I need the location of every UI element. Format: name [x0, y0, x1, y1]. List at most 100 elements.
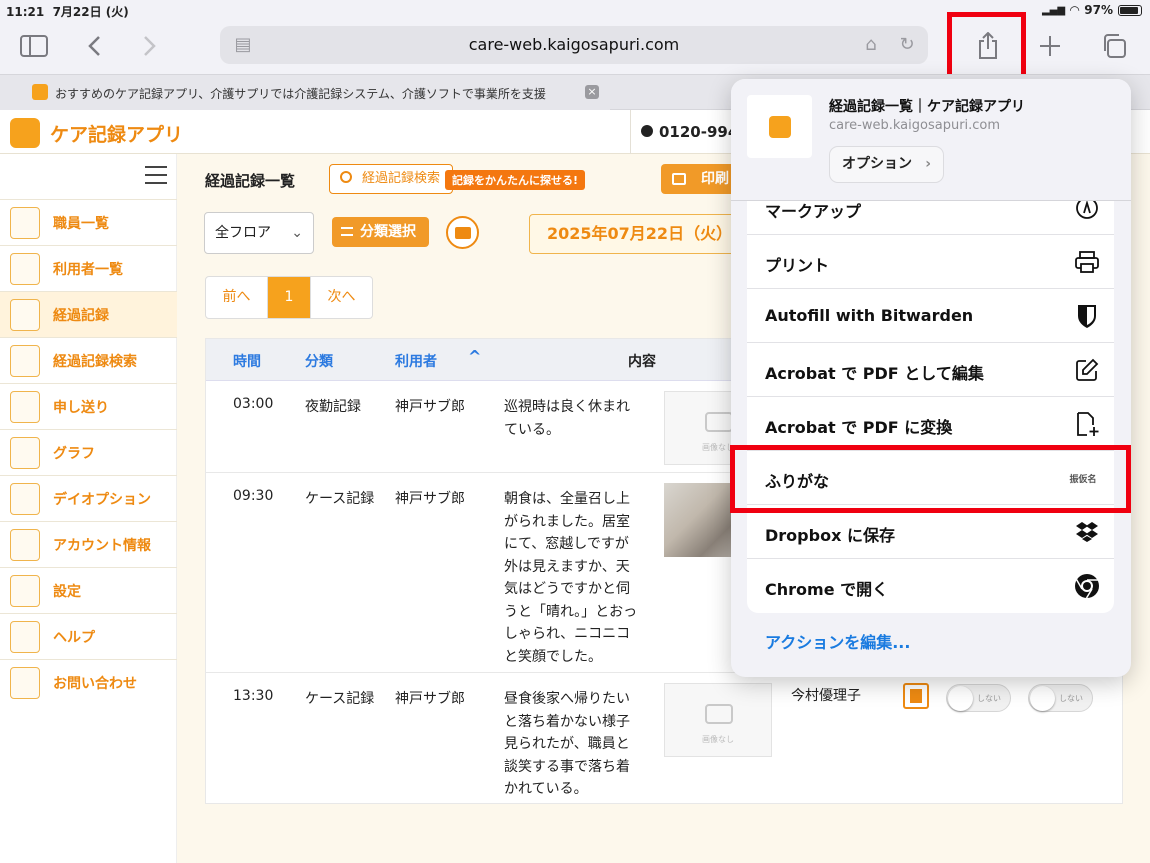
row-category: ケース記録: [305, 491, 375, 507]
contact-icon: [10, 666, 40, 699]
shield-icon: [1074, 303, 1100, 329]
print-button[interactable]: 印刷: [661, 164, 741, 194]
floor-select[interactable]: 全フロア ⌄: [204, 212, 314, 254]
row-time: 09:30: [233, 488, 274, 504]
help-icon: [10, 620, 40, 653]
address-bar[interactable]: ▤ care-web.kaigosapuri.com ⌂ ↻: [220, 26, 928, 64]
row-content: 朝食は、全量召し上がられました。居室にて、窓越しですが外は見えますか、天気はどう…: [504, 491, 638, 665]
new-tab-icon[interactable]: [1032, 28, 1068, 64]
current-page[interactable]: 1: [268, 277, 310, 318]
sidebar-nav: 職員一覧 利用者一覧 経過記録 経過記録検索 申し送り グラフ デイオプション …: [0, 199, 177, 705]
sidebar-item-label: 利用者一覧: [53, 261, 123, 278]
sidebar-item-label: 経過記録検索: [53, 353, 137, 370]
sidebar-item-label: 申し送り: [53, 399, 109, 416]
phone-icon: [641, 125, 653, 137]
van-icon: [10, 482, 40, 515]
tab-close-icon[interactable]: ×: [585, 85, 599, 99]
user-icon: [10, 252, 40, 285]
sidebar-item-staff[interactable]: 職員一覧: [0, 199, 177, 245]
tabs-overview-icon[interactable]: [1096, 28, 1132, 64]
printer-icon: [672, 173, 686, 185]
prev-page-button[interactable]: 前へ: [206, 277, 268, 318]
search-hint-badge: 記録をかんたんに探せる!: [445, 170, 586, 190]
row-content: 巡視時は良く休まれている。: [504, 399, 630, 438]
sidebar-item-record-search[interactable]: 経過記録検索: [0, 337, 177, 383]
share-page-url: care-web.kaigosapuri.com: [829, 118, 1001, 133]
sidebar-item-graph[interactable]: グラフ: [0, 429, 177, 475]
row-time: 03:00: [233, 396, 274, 412]
toggle-switch[interactable]: しない: [1028, 684, 1093, 712]
chrome-icon: [1074, 573, 1100, 599]
staff-icon: [10, 206, 40, 239]
sidebar-item-day-option[interactable]: デイオプション: [0, 475, 177, 521]
action-acrobat-convert[interactable]: Acrobat で PDF に変換: [747, 397, 1114, 451]
row-user: 神戸サブ郎: [395, 399, 465, 415]
back-icon[interactable]: [76, 28, 112, 64]
battery-percent: 97%: [1084, 3, 1113, 17]
logo-text[interactable]: ケア記録アプリ: [50, 120, 183, 147]
status-right: ▂▄▆ ◠ 97%: [1042, 3, 1142, 17]
action-print[interactable]: プリント: [747, 235, 1114, 289]
sidebar-item-label: 経過記録: [53, 307, 109, 324]
row-user: 神戸サブ郎: [395, 691, 465, 707]
column-time[interactable]: 時間: [233, 351, 261, 371]
logo-icon: [10, 118, 40, 148]
column-category[interactable]: 分類: [305, 351, 333, 371]
sidebar-item-account[interactable]: アカウント情報: [0, 521, 177, 567]
action-chrome[interactable]: Chrome で開く: [747, 559, 1114, 613]
pagination: 前へ 1 次へ: [205, 276, 373, 319]
sidebar-item-settings[interactable]: 設定: [0, 567, 177, 613]
camera-icon: [705, 704, 733, 724]
row-time: 13:30: [233, 688, 274, 704]
sidebar-item-help[interactable]: ヘルプ: [0, 613, 177, 659]
chevron-down-icon: ⌄: [291, 225, 303, 241]
share-sheet-header: 経過記録一覧｜ケア記録アプリ care-web.kaigosapuri.com …: [731, 79, 1131, 201]
extension-icon[interactable]: ⌂: [860, 34, 882, 56]
search-record-icon: [10, 344, 40, 377]
category-select-button[interactable]: 分類選択: [332, 217, 429, 247]
graph-icon: [10, 436, 40, 469]
sidebar-item-contact[interactable]: お問い合わせ: [0, 659, 177, 705]
clipboard-icon: [10, 298, 40, 331]
options-button[interactable]: オプション ›: [829, 146, 944, 183]
action-dropbox[interactable]: Dropbox に保存: [747, 505, 1114, 559]
battery-icon: [1118, 4, 1142, 16]
sidebar-item-users[interactable]: 利用者一覧: [0, 245, 177, 291]
copy-icon[interactable]: [903, 683, 929, 709]
tab-care-app[interactable]: おすすめのケア記録アプリ、介護サプリでは介護記録システム、介護ソフトで事業所を支…: [0, 75, 610, 110]
no-image-placeholder[interactable]: 画像なし: [664, 683, 772, 757]
forward-icon[interactable]: [132, 28, 168, 64]
sidebar-item-handover[interactable]: 申し送り: [0, 383, 177, 429]
edit-icon: [1074, 357, 1100, 383]
phone-number[interactable]: 0120-994-: [630, 110, 745, 154]
markup-icon: [1074, 201, 1100, 221]
action-acrobat-edit[interactable]: Acrobat で PDF として編集: [747, 343, 1114, 397]
date-picker[interactable]: 2025年07月22日（火）: [529, 214, 759, 254]
folder-button[interactable]: [446, 216, 479, 249]
sidebar-item-label: ヘルプ: [53, 629, 95, 646]
sort-up-icon[interactable]: ^: [468, 347, 481, 366]
table-row[interactable]: 13:30 ケース記録 神戸サブ郎 昼食後家へ帰りたいと落ち着かない様子見られた…: [206, 673, 1124, 805]
sidebar-item-label: 職員一覧: [53, 215, 109, 232]
menu-icon[interactable]: [145, 166, 167, 190]
sidebar-item-label: 設定: [53, 583, 81, 600]
row-category: 夜勤記録: [305, 399, 361, 415]
sidebar-toggle-icon[interactable]: [16, 28, 52, 64]
action-markup[interactable]: マークアップ: [747, 201, 1114, 235]
sidebar-item-label: グラフ: [53, 445, 95, 462]
camera-icon: [705, 412, 733, 432]
wifi-icon: ◠: [1070, 3, 1080, 17]
column-user[interactable]: 利用者: [395, 351, 437, 371]
favicon: [32, 84, 48, 100]
signal-icon: ▂▄▆: [1041, 4, 1066, 16]
sidebar-item-label: お問い合わせ: [53, 675, 137, 692]
next-page-button[interactable]: 次へ: [310, 277, 372, 318]
printer-icon: [1074, 249, 1100, 275]
reload-icon[interactable]: ↻: [896, 34, 918, 56]
toggle-switch[interactable]: しない: [946, 684, 1011, 712]
handover-icon: [10, 390, 40, 423]
action-bitwarden[interactable]: Autofill with Bitwarden: [747, 289, 1114, 343]
edit-actions-link[interactable]: アクションを編集...: [765, 629, 910, 653]
sidebar-item-records[interactable]: 経過記録: [0, 291, 177, 337]
record-search-button[interactable]: 経過記録検索: [329, 164, 453, 194]
